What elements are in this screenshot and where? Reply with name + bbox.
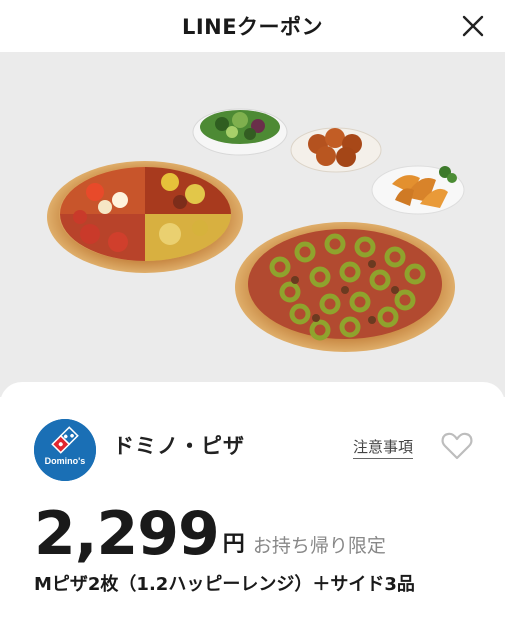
salad-image bbox=[192, 108, 288, 156]
quarter-pizza-image bbox=[47, 161, 243, 273]
dominos-logo: Domino's bbox=[34, 419, 96, 481]
brand-row: Domino's ドミノ・ピザ 注意事項 bbox=[0, 382, 505, 502]
notice-link[interactable]: 注意事項 bbox=[353, 436, 414, 459]
close-icon[interactable] bbox=[455, 8, 491, 44]
takeout-only-label: お持ち帰り限定 bbox=[252, 535, 386, 557]
coupon-hero-image bbox=[0, 52, 505, 397]
fried-chicken-image bbox=[290, 127, 382, 173]
jalapeno-pizza-image bbox=[235, 222, 455, 352]
coupon-title: Mピザ2枚（1.2ハッピーレンジ）＋サイド3品 bbox=[34, 574, 415, 595]
brand-name: ドミノ・ピザ bbox=[113, 434, 245, 458]
potato-wedges-image bbox=[371, 165, 465, 215]
coupon-card: Domino's ドミノ・ピザ 注意事項 2,299 円 お持ち帰り限定 Mピザ… bbox=[0, 382, 505, 640]
page-title: LINEクーポン bbox=[181, 15, 324, 39]
price-row: 2,299 円 お持ち帰り限定 bbox=[34, 494, 386, 564]
price-value: 2,299 bbox=[34, 499, 220, 569]
logo-wordmark: Domino's bbox=[45, 456, 86, 466]
heart-icon[interactable] bbox=[440, 429, 474, 463]
currency-unit: 円 bbox=[222, 532, 245, 557]
header-bar: LINEクーポン bbox=[0, 0, 505, 52]
